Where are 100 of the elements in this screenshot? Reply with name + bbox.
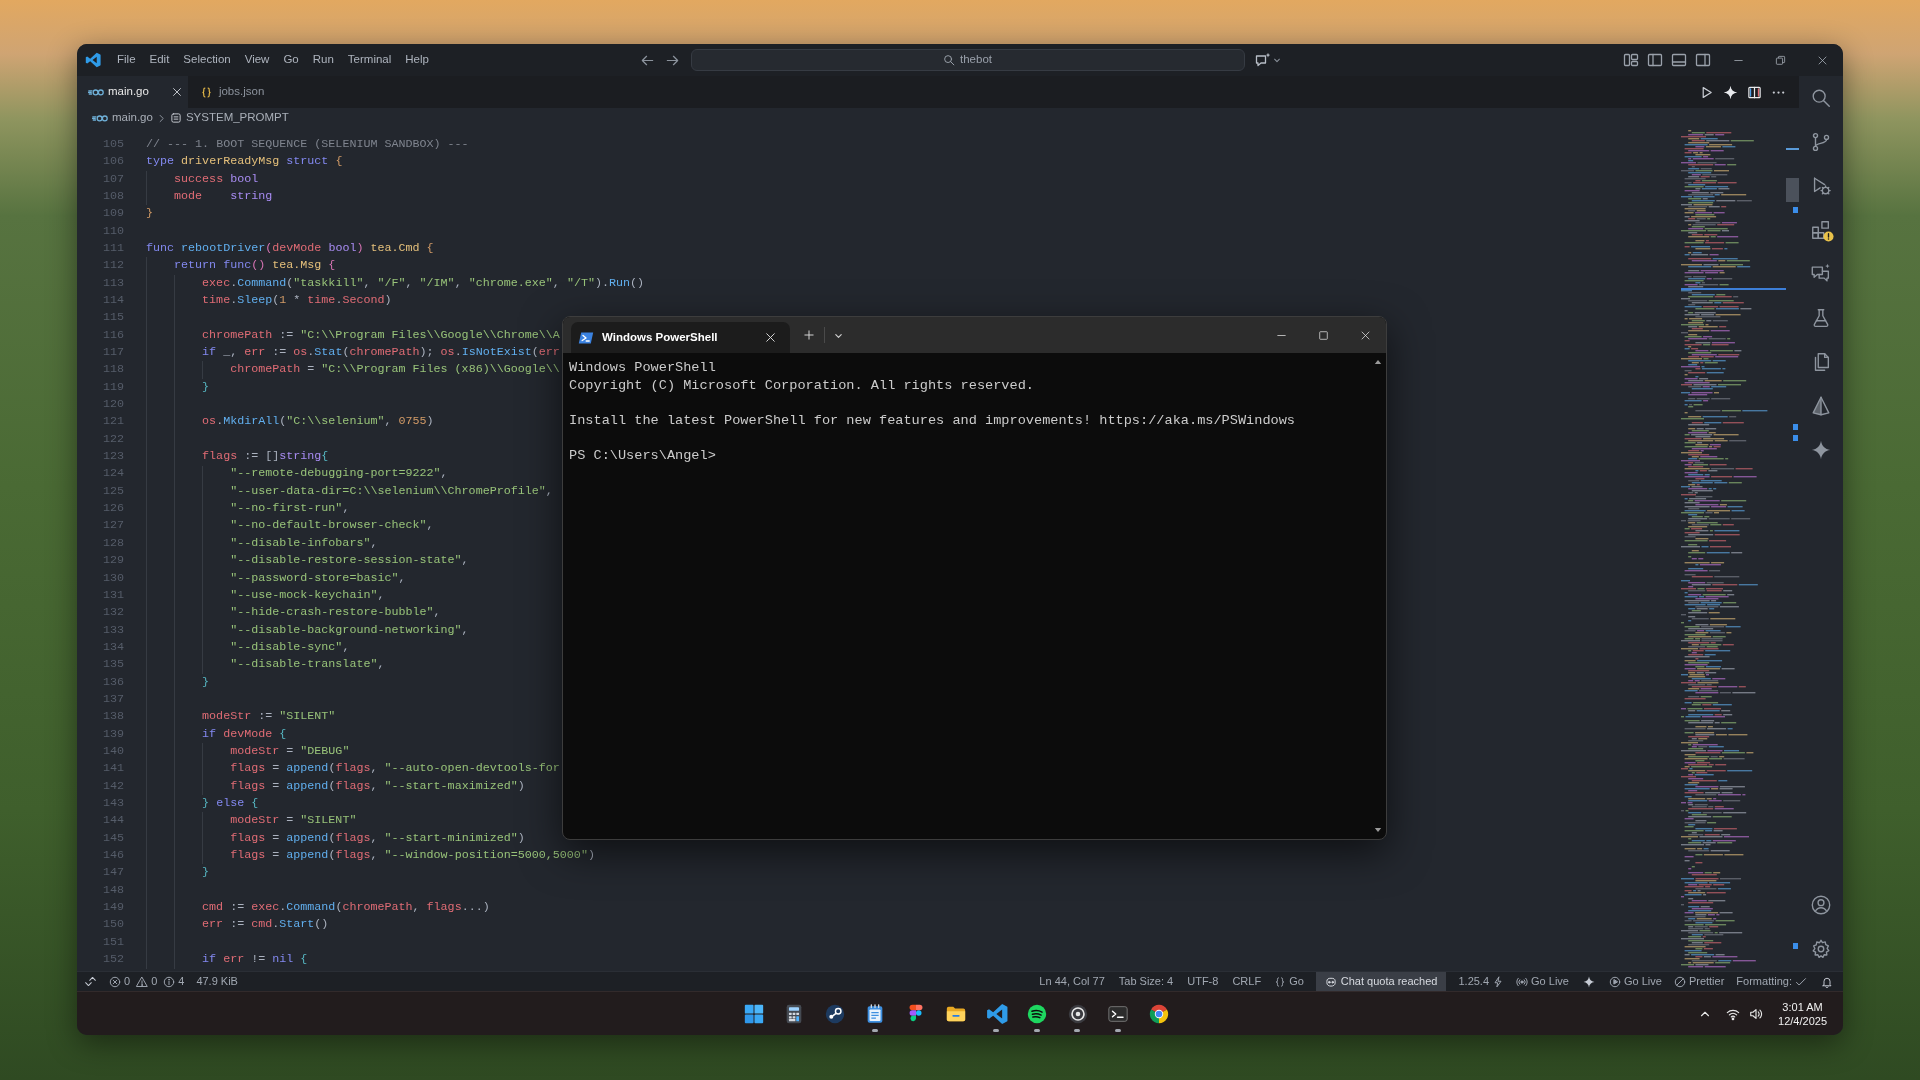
maximize-icon[interactable] [1317, 329, 1329, 341]
formatting-button[interactable]: Formatting: [1730, 972, 1813, 991]
circle-waves-icon[interactable] [1026, 1002, 1048, 1025]
line-number: 109 [102, 205, 124, 223]
go-live-button[interactable]: Go Live [1510, 972, 1575, 991]
scrollbar-thumb[interactable] [1786, 178, 1799, 202]
bell-icon[interactable] [1821, 975, 1833, 988]
code-line: if err != nil { [202, 951, 308, 969]
menu-item[interactable]: Go [276, 49, 306, 71]
round-logo-icon[interactable] [823, 1002, 846, 1025]
robot-head-icon [1324, 975, 1337, 988]
source-control-icon[interactable] [1810, 131, 1832, 153]
line-number: 140 [102, 742, 124, 760]
close-icon[interactable] [1359, 329, 1371, 341]
blocks-icon[interactable] [1810, 219, 1832, 241]
pyramid-icon[interactable] [1810, 395, 1832, 417]
terminal-line: Copyright (C) Microsoft Corporation. All rights reserved. [569, 376, 1034, 395]
menu-item[interactable]: Terminal [340, 49, 399, 71]
remote-icon[interactable] [84, 975, 97, 988]
status-item[interactable]: CRLF [1225, 972, 1269, 991]
line-number: 135 [102, 656, 124, 674]
sparkle-icon[interactable] [1582, 975, 1595, 988]
ring-icon[interactable] [1066, 1002, 1089, 1025]
code-line: "--password-store=basic", [230, 569, 406, 587]
line-number: 120 [102, 396, 124, 414]
terminal-tab[interactable]: Windows PowerShell [571, 322, 790, 353]
status-item[interactable]: 47.9 KiB [189, 972, 245, 991]
circle-slash-icon [1673, 975, 1686, 988]
breadcrumb-item[interactable]: main.go [92, 109, 153, 127]
status-item[interactable]: Tab Size: 4 [1111, 972, 1181, 991]
app-logo-icon [85, 52, 101, 68]
line-number: 110 [102, 222, 124, 240]
formatter-button[interactable]: Prettier [1667, 972, 1731, 991]
version-button[interactable]: 1.25.4 [1452, 972, 1511, 991]
panel-left-icon[interactable] [1647, 52, 1663, 68]
menu-item[interactable]: Run [305, 49, 341, 71]
breadcrumb-item[interactable]: SYSTEM_PROMPT [169, 109, 289, 127]
ribbon-logo-icon[interactable] [985, 1002, 1008, 1025]
close-icon[interactable] [171, 87, 182, 97]
segmented-circle-icon[interactable] [1147, 1002, 1170, 1025]
plus-icon[interactable] [803, 329, 815, 341]
sparkle-icon[interactable] [1722, 84, 1738, 100]
menu-item[interactable]: View [237, 49, 277, 71]
ruler-mark [1793, 207, 1798, 213]
speed-rings-icon [88, 87, 104, 97]
panel-bottom-icon[interactable] [1671, 52, 1687, 68]
code-line: "--disable-infobars", [230, 534, 378, 552]
scroll-down-icon[interactable] [1374, 827, 1382, 833]
settings-icon[interactable] [1810, 938, 1832, 960]
split-editor-icon[interactable] [1746, 84, 1762, 100]
speed-rings-icon [92, 113, 108, 123]
line-number: 121 [102, 413, 124, 431]
layout-icon[interactable] [1623, 52, 1639, 68]
problems-button[interactable]: 0 0 4 [104, 972, 190, 991]
line-number: 114 [102, 292, 124, 309]
language-button[interactable]: Go [1268, 972, 1310, 991]
scroll-up-icon[interactable] [1374, 359, 1382, 365]
caret-icon[interactable] [1272, 56, 1281, 64]
line-number: 112 [102, 257, 124, 275]
ruler-mark [1793, 943, 1798, 949]
speaker-icon[interactable] [1749, 1006, 1764, 1021]
account-icon[interactable] [1810, 894, 1832, 916]
line-number: 146 [102, 847, 124, 864]
code-line: "--disable-background-networking", [230, 621, 469, 639]
code-line: "--hide-crash-restore-bubble", [230, 604, 441, 622]
code-line: modeStr = "DEBUG" [230, 742, 350, 760]
code-line: chromePath = "C:\\Program Files (x86)\\Google\\ [230, 361, 560, 379]
line-number: 113 [102, 274, 124, 292]
line-number: 106 [102, 153, 124, 171]
line-number: 130 [102, 569, 124, 587]
restore-icon[interactable] [1774, 54, 1786, 66]
code-line: } else { [202, 794, 259, 812]
menu-item[interactable]: File [110, 49, 143, 71]
code-line: // --- 1. BOOT SEQUENCE (SELENIUM SANDBOX) --- [146, 135, 469, 153]
play-circle-icon [1608, 975, 1621, 988]
chat-sparkle-icon[interactable] [1254, 52, 1271, 68]
close-icon[interactable] [765, 332, 776, 343]
line-number: 147 [102, 864, 124, 882]
panel-right-icon[interactable] [1695, 52, 1711, 68]
menu-item[interactable]: Help [398, 49, 436, 71]
line-number: 143 [102, 794, 124, 812]
bolt-icon [1492, 975, 1505, 988]
line-number: 122 [102, 430, 124, 448]
code-line: "--no-default-browser-check", [230, 517, 434, 535]
search-icon[interactable] [1810, 87, 1832, 109]
command-center[interactable]: thebot [690, 49, 1245, 71]
code-line: } [146, 205, 153, 223]
four-squares-icon[interactable] [742, 1002, 765, 1025]
editor-tab[interactable]: main.go [77, 76, 188, 108]
boxed-lines-icon [169, 112, 182, 124]
go-live-button[interactable]: Go Live [1602, 972, 1668, 991]
status-item[interactable]: UTF-8 [1180, 972, 1226, 991]
status-item[interactable]: Ln 44, Col 77 [1032, 972, 1112, 991]
close-icon[interactable] [1816, 54, 1828, 66]
menu-item[interactable]: Edit [142, 49, 177, 71]
chat-quota-button[interactable]: Chat quota reached [1315, 972, 1447, 991]
clock-button[interactable]: 3:01 AM 12/4/2025 [1770, 999, 1835, 1028]
line-number: 117 [102, 344, 124, 362]
editor-tab[interactable]: jobs.json [187, 76, 291, 108]
menu-item[interactable]: Selection [176, 49, 238, 71]
